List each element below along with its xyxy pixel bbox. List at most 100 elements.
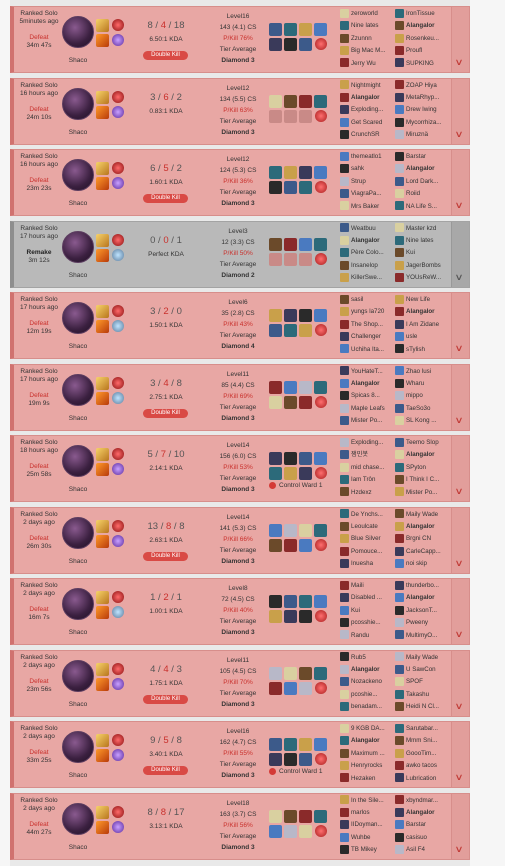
item-icon[interactable] [299,324,312,337]
summoner-spell-icon[interactable] [96,591,109,604]
item-icon[interactable] [299,109,312,123]
player-entry[interactable]: Strup [340,176,395,188]
player-entry[interactable]: In the Sile... [340,795,395,807]
player-entry[interactable]: Inuesha [340,558,395,570]
player-entry[interactable]: xbyndmar... [395,795,450,807]
player-entry[interactable]: IronTissue [395,8,450,20]
player-entry[interactable]: zeroworld [340,8,395,20]
trinket-icon[interactable] [315,610,327,622]
player-entry[interactable]: Master kzd [395,223,450,235]
player-entry[interactable]: noi skip [395,558,450,570]
player-entry[interactable]: Brgni CN [395,533,450,545]
player-entry[interactable]: 잼민봇 [340,449,395,461]
player-entry[interactable]: Insanelop [340,260,395,272]
item-icon[interactable] [284,94,297,108]
player-entry[interactable]: Alangalor [395,807,450,819]
player-entry[interactable]: sahk [340,163,395,175]
player-entry[interactable]: MultimyO... [395,630,450,642]
summoner-spell-icon[interactable] [96,305,109,318]
summoner-spell-icon[interactable] [96,391,109,405]
player-entry[interactable]: Alangalor [340,92,395,104]
item-icon[interactable] [269,452,282,465]
item-icon[interactable] [314,809,327,823]
item-icon[interactable] [269,610,282,623]
secondary-rune-icon[interactable] [112,34,124,46]
item-icon[interactable] [314,237,327,251]
player-entry[interactable]: Alangalor [340,735,395,747]
expand-toggle[interactable]: ∨ [451,436,469,501]
champion-portrait[interactable] [62,230,94,263]
summoner-spell-icon[interactable] [96,105,109,119]
player-entry[interactable]: YouHateT... [340,366,395,378]
player-entry[interactable]: Takashu [395,689,450,701]
item-icon[interactable] [269,38,282,51]
item-icon[interactable] [284,237,297,251]
keystone-rune-icon[interactable] [112,376,124,389]
item-icon[interactable] [269,538,282,552]
player-entry[interactable]: mid chase... [340,462,395,474]
item-icon[interactable] [284,681,297,695]
item-icon[interactable] [284,181,297,194]
player-entry[interactable]: sTylish [395,344,450,356]
item-icon[interactable] [269,824,282,838]
player-entry[interactable]: Weatbuu [340,223,395,235]
expand-toggle[interactable]: ∨ [451,650,469,716]
player-entry[interactable]: Wuhbe [340,832,395,844]
trinket-icon[interactable] [315,38,327,50]
player-entry[interactable]: New Life [395,294,450,306]
player-entry[interactable]: Rosenkeu... [395,33,450,45]
player-entry[interactable]: I Am Zidane [395,319,450,331]
item-icon[interactable] [269,252,282,266]
item-icon[interactable] [269,681,282,695]
item-icon[interactable] [284,109,297,123]
item-icon[interactable] [299,252,312,266]
summoner-spell-icon[interactable] [96,662,109,676]
item-icon[interactable] [284,523,297,537]
item-icon[interactable] [299,824,312,838]
item-icon[interactable] [269,467,282,480]
champion-portrait[interactable] [62,588,94,620]
keystone-rune-icon[interactable] [112,162,124,174]
player-entry[interactable]: Père Colo... [340,247,395,259]
player-entry[interactable]: sasil [340,294,395,306]
expand-toggle[interactable]: ∨ [451,507,469,573]
item-icon[interactable] [299,94,312,108]
summoner-spell-icon[interactable] [96,233,109,247]
item-icon[interactable] [269,237,282,251]
player-entry[interactable]: pcosshie... [340,617,395,629]
champion-portrait[interactable] [62,87,94,120]
summoner-spell-icon[interactable] [96,448,109,461]
secondary-rune-icon[interactable] [112,391,124,404]
item-icon[interactable] [284,753,297,766]
player-entry[interactable]: Disabled ... [340,592,395,604]
item-icon[interactable] [299,523,312,537]
player-entry[interactable]: Alangalor [340,664,395,676]
player-entry[interactable]: Lubrication [395,773,450,785]
trinket-icon[interactable] [315,467,327,479]
player-entry[interactable]: Drew Iwing [395,104,450,116]
summoner-spell-icon[interactable] [96,519,109,533]
player-entry[interactable]: Asil F4 [395,844,450,856]
secondary-rune-icon[interactable] [112,105,124,118]
trinket-icon[interactable] [315,753,327,765]
player-entry[interactable]: casisuo [395,832,450,844]
player-entry[interactable]: benadam... [340,701,395,713]
player-entry[interactable]: I Think I C... [395,474,450,486]
expand-toggle[interactable]: ∨ [451,150,469,215]
item-icon[interactable] [269,595,282,608]
item-icon[interactable] [284,824,297,838]
secondary-rune-icon[interactable] [112,320,124,332]
player-entry[interactable]: pcoshie... [340,689,395,701]
player-entry[interactable]: Proufl [395,45,450,57]
player-entry[interactable]: IIDoyman... [340,819,395,831]
trinket-icon[interactable] [315,181,327,193]
player-entry[interactable]: Teemo Slop [395,437,450,449]
player-entry[interactable]: Alangalor [395,521,450,533]
item-icon[interactable] [299,738,312,751]
item-icon[interactable] [269,94,282,108]
item-icon[interactable] [284,38,297,51]
item-icon[interactable] [299,23,312,36]
player-entry[interactable]: Maili [340,580,395,592]
player-entry[interactable]: Mister Po... [340,415,395,427]
summoner-spell-icon[interactable] [96,177,109,190]
